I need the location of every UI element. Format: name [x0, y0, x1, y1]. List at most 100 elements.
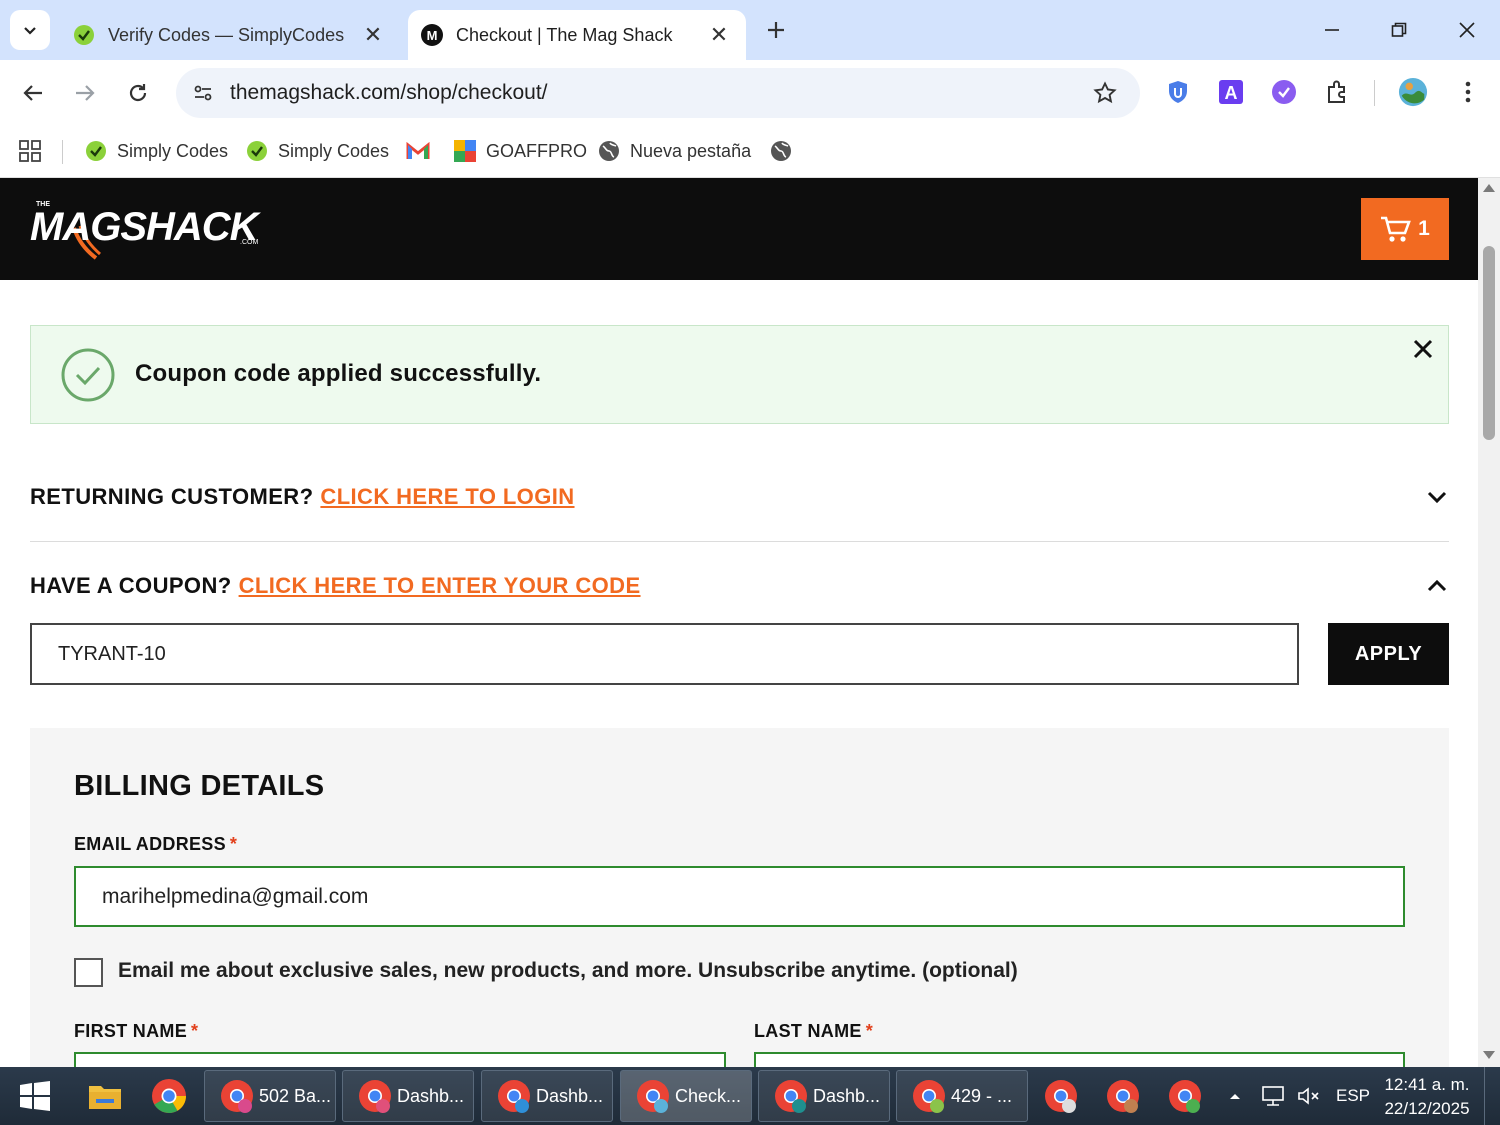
restore-icon: [1391, 22, 1407, 37]
notice-message: Coupon code applied successfully.: [135, 360, 542, 387]
first-name-field[interactable]: [74, 1052, 726, 1067]
bookmark-nueva-pestana[interactable]: Nueva pestaña: [597, 134, 751, 168]
coupon-row[interactable]: HAVE A COUPON? CLICK HERE TO ENTER YOUR …: [30, 564, 1449, 608]
bookmarks-bar: Simply Codes Simply Codes GOAFFPRO Nueva…: [0, 126, 1500, 178]
chevron-down-icon[interactable]: [1425, 485, 1449, 509]
windows-logo-icon: [20, 1081, 50, 1111]
close-window-button[interactable]: [1450, 14, 1484, 46]
chrome-menu-icon[interactable]: [1453, 77, 1483, 107]
scroll-up-arrow[interactable]: [1483, 184, 1495, 192]
minimize-button[interactable]: [1315, 14, 1349, 46]
extensions-puzzle-icon[interactable]: [1322, 77, 1352, 107]
minimize-icon: [1325, 29, 1339, 31]
chrome-icon: [496, 1078, 532, 1114]
scroll-down-arrow[interactable]: [1483, 1051, 1495, 1059]
font-extension-icon[interactable]: A: [1216, 77, 1246, 107]
start-button[interactable]: [12, 1073, 58, 1119]
chrome-profile-icon[interactable]: [1100, 1073, 1146, 1119]
reload-icon: [129, 84, 147, 102]
taskbar-window-1[interactable]: 502 Ba...: [204, 1070, 336, 1122]
taskbar-window-2[interactable]: Dashb...: [342, 1070, 474, 1122]
taskbar-window-4[interactable]: Check...: [620, 1070, 752, 1122]
show-desktop-button[interactable]: [1484, 1067, 1500, 1125]
site-settings-icon[interactable]: [188, 78, 218, 108]
returning-customer-label: RETURNING CUSTOMER?: [30, 484, 314, 509]
taskbar-window-5[interactable]: Dashb...: [758, 1070, 890, 1122]
cart-button[interactable]: 1: [1361, 198, 1449, 260]
close-tab-icon[interactable]: ✕: [360, 22, 386, 48]
new-tab-button[interactable]: [762, 16, 790, 44]
bookmark-simply-codes-2[interactable]: Simply Codes: [245, 134, 389, 168]
bookmark-star-icon[interactable]: [1088, 76, 1122, 110]
marketing-optin-checkbox[interactable]: [74, 958, 103, 987]
windows-taskbar: 502 Ba... Dashb... Dashb... Check... Das…: [0, 1067, 1500, 1125]
close-tab-icon[interactable]: ✕: [706, 22, 732, 48]
chrome-profile-icon[interactable]: [1162, 1073, 1208, 1119]
coupon-extension-icon[interactable]: [1269, 77, 1299, 107]
last-name-label: LAST NAME *: [754, 1021, 873, 1042]
close-icon[interactable]: [1410, 336, 1436, 362]
chevron-up-icon[interactable]: [1425, 574, 1449, 598]
task-label: 502 Ba...: [259, 1085, 332, 1106]
chrome-taskbar-icon[interactable]: [146, 1073, 192, 1119]
address-bar[interactable]: themagshack.com/shop/checkout/: [176, 68, 1140, 118]
apps-grid-icon: [19, 140, 41, 162]
globe-icon: [769, 139, 793, 163]
coupon-code-input[interactable]: TYRANT-10: [30, 623, 1299, 685]
bookmark-simply-codes-1[interactable]: Simply Codes: [84, 134, 228, 168]
tab-title: Checkout | The Mag Shack: [456, 24, 673, 45]
cart-count: 1: [1418, 217, 1430, 240]
coupon-code-value: TYRANT-10: [58, 642, 166, 665]
scrollbar-thumb[interactable]: [1483, 246, 1495, 440]
tab-simplycodes[interactable]: Verify Codes — SimplyCodes ✕: [60, 10, 400, 60]
restore-button[interactable]: [1382, 14, 1416, 46]
email-field[interactable]: marihelpmedina@gmail.com: [74, 866, 1405, 927]
system-tray: ESP: [1228, 1067, 1370, 1125]
chrome-icon: [911, 1078, 947, 1114]
site-header: THE MAGSHACK .COM 1: [0, 178, 1478, 280]
logo-text: MAGSHACK: [30, 205, 262, 249]
tab-checkout[interactable]: M Checkout | The Mag Shack ✕: [408, 10, 746, 60]
back-button[interactable]: [16, 76, 50, 110]
reload-button[interactable]: [121, 76, 155, 110]
last-name-field[interactable]: [754, 1052, 1405, 1067]
chrome-icon: [773, 1078, 809, 1114]
taskbar-window-6[interactable]: 429 - ...: [896, 1070, 1028, 1122]
bookmark-goaffpro[interactable]: GOAFFPRO: [453, 134, 587, 168]
tab-title: Verify Codes — SimplyCodes: [108, 24, 345, 45]
chrome-icon: [635, 1078, 671, 1114]
profile-avatar[interactable]: [1398, 77, 1428, 107]
shield-extension-icon[interactable]: [1163, 77, 1193, 107]
taskbar-window-3[interactable]: Dashb...: [481, 1070, 613, 1122]
globe-icon: [597, 139, 621, 163]
billing-details-section: BILLING DETAILS EMAIL ADDRESS * marihelpm…: [30, 728, 1449, 1067]
login-link[interactable]: CLICK HERE TO LOGIN: [320, 484, 574, 510]
simplycodes-icon: [84, 139, 108, 163]
forward-button[interactable]: [68, 76, 102, 110]
bookmark-label: Simply Codes: [278, 140, 390, 161]
chrome-profile-icon[interactable]: [1038, 1073, 1084, 1119]
page-scrollbar[interactable]: [1478, 178, 1500, 1067]
volume-muted-icon[interactable]: [1296, 1084, 1322, 1108]
last-name-label-text: LAST NAME: [754, 1021, 862, 1041]
file-explorer-icon[interactable]: [82, 1073, 128, 1119]
divider: [30, 541, 1449, 542]
magshack-logo[interactable]: THE MAGSHACK .COM: [30, 198, 270, 260]
network-icon[interactable]: [1260, 1084, 1286, 1108]
language-indicator[interactable]: ESP: [1336, 1086, 1370, 1106]
email-label-text: EMAIL ADDRESS: [74, 834, 226, 854]
clock[interactable]: 12:41 a. m. 22/12/2025: [1380, 1073, 1474, 1121]
bookmark-gmail[interactable]: [406, 134, 439, 168]
bookmark-divider: [62, 140, 63, 164]
apps-grid-button[interactable]: [18, 134, 42, 168]
show-hidden-icons-icon[interactable]: [1228, 1091, 1242, 1101]
apply-coupon-button[interactable]: APPLY: [1328, 623, 1449, 685]
email-value: marihelpmedina@gmail.com: [102, 884, 369, 908]
clock-time: 12:41 a. m.: [1384, 1075, 1470, 1094]
enter-coupon-link[interactable]: CLICK HERE TO ENTER YOUR CODE: [239, 573, 641, 599]
returning-customer-row[interactable]: RETURNING CUSTOMER? CLICK HERE TO LOGIN: [30, 475, 1449, 519]
tab-search-button[interactable]: [10, 10, 50, 50]
task-label: Dashb...: [813, 1085, 881, 1106]
bookmark-globe[interactable]: [769, 134, 802, 168]
email-label: EMAIL ADDRESS *: [74, 834, 237, 855]
